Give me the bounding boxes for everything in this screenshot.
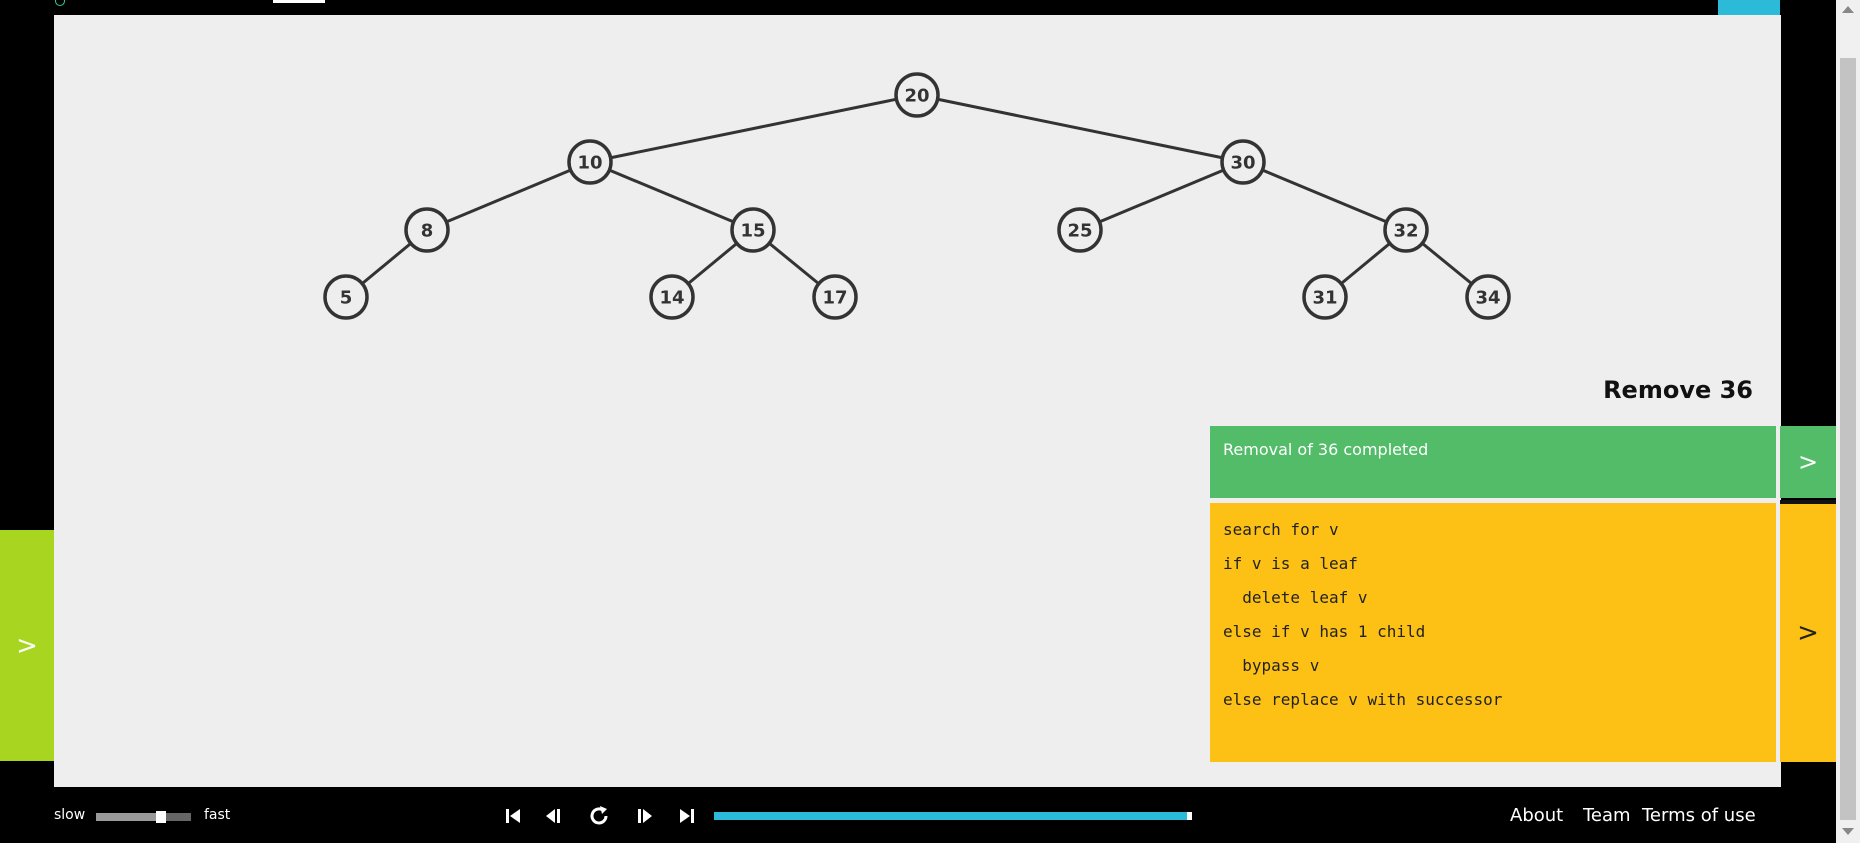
speed-slider[interactable] <box>96 813 191 821</box>
code-line: bypass v <box>1223 656 1320 675</box>
tree-node-34[interactable]: 34 <box>1465 274 1511 320</box>
tree-node-label: 31 <box>1312 288 1337 309</box>
tree-node-5[interactable]: 5 <box>323 274 369 320</box>
tree-edge-30-32 <box>1242 160 1407 232</box>
tree-node-15[interactable]: 15 <box>730 207 776 253</box>
active-menu-tab[interactable] <box>273 0 325 3</box>
tree-edge-10-15 <box>589 160 754 232</box>
tree-nodes: 20 10 30 8 15 25 32 5 14 17 31 34 <box>323 72 1511 320</box>
tree-node-20[interactable]: 20 <box>894 72 940 118</box>
status-panel-toggle[interactable]: > <box>1780 426 1836 498</box>
go-to-end-icon[interactable] <box>674 803 700 829</box>
playback-progress-bar[interactable] <box>714 812 1192 820</box>
code-line: if v is a leaf <box>1223 554 1358 573</box>
speed-fast-label: fast <box>204 807 231 823</box>
tree-node-31[interactable]: 31 <box>1302 274 1348 320</box>
tree-node-label: 17 <box>822 288 847 309</box>
tree-node-label: 14 <box>659 288 684 309</box>
scroll-up-icon[interactable] <box>1842 6 1854 13</box>
chevron-right-icon: > <box>1797 448 1819 476</box>
top-action-button[interactable] <box>1718 0 1780 15</box>
tree-node-10[interactable]: 10 <box>567 139 613 185</box>
logo-icon <box>55 0 65 6</box>
code-line: else if v has 1 child <box>1223 622 1426 641</box>
status-panel: Removal of 36 completed <box>1210 426 1776 498</box>
tree-node-8[interactable]: 8 <box>404 207 450 253</box>
chevron-right-icon: > <box>1797 618 1819 648</box>
status-message: Removal of 36 completed <box>1223 440 1429 459</box>
playback-progress-fill <box>714 812 1192 820</box>
tree-node-label: 32 <box>1393 221 1418 242</box>
scroll-thumb[interactable] <box>1840 58 1856 820</box>
operation-title: Remove 36 <box>1603 376 1753 404</box>
tree-node-label: 20 <box>904 86 929 107</box>
top-bar <box>0 0 1836 15</box>
tree-node-32[interactable]: 32 <box>1383 207 1429 253</box>
tree-node-25[interactable]: 25 <box>1057 207 1103 253</box>
chevron-right-icon: > <box>16 630 38 661</box>
tree-node-label: 8 <box>421 221 434 242</box>
team-link[interactable]: Team <box>1583 805 1631 826</box>
tree-edges <box>345 93 1489 299</box>
about-link[interactable]: About <box>1510 805 1563 826</box>
terms-of-use-link[interactable]: Terms of use <box>1642 805 1756 826</box>
tree-node-label: 15 <box>740 221 765 242</box>
step-backward-icon[interactable] <box>540 803 566 829</box>
code-line: delete leaf v <box>1223 588 1368 607</box>
tree-node-17[interactable]: 17 <box>812 274 858 320</box>
tree-node-label: 34 <box>1475 288 1500 309</box>
tree-node-14[interactable]: 14 <box>649 274 695 320</box>
pseudocode-panel-toggle[interactable]: > <box>1780 500 1836 762</box>
playback-progress-handle[interactable] <box>1187 812 1192 820</box>
scroll-down-icon[interactable] <box>1842 828 1854 835</box>
page-scrollbar[interactable] <box>1836 0 1860 843</box>
code-line: search for v <box>1223 520 1339 539</box>
step-forward-icon[interactable] <box>632 803 658 829</box>
tree-node-label: 5 <box>340 288 353 309</box>
tree-node-label: 10 <box>577 153 602 174</box>
replay-icon[interactable] <box>586 803 612 829</box>
go-to-beginning-icon[interactable] <box>500 803 526 829</box>
tree-edge-20-30 <box>916 93 1244 164</box>
speed-slow-label: slow <box>54 807 86 823</box>
tree-edge-20-10 <box>589 93 918 164</box>
tree-node-30[interactable]: 30 <box>1220 139 1266 185</box>
tree-edge-30-25 <box>1079 160 1244 232</box>
tree-node-label: 30 <box>1230 153 1255 174</box>
tree-edge-10-8 <box>426 160 591 232</box>
tree-node-label: 25 <box>1067 221 1092 242</box>
left-panel-toggle[interactable]: > <box>0 530 54 761</box>
footer-bar: slow fast About Team Terms of use <box>0 787 1836 843</box>
code-line: else replace v with successor <box>1223 690 1503 709</box>
speed-slider-handle[interactable] <box>155 811 166 823</box>
speed-slider-fill <box>96 813 161 821</box>
pseudocode-panel: search for v if v is a leaf delete leaf … <box>1210 503 1776 762</box>
